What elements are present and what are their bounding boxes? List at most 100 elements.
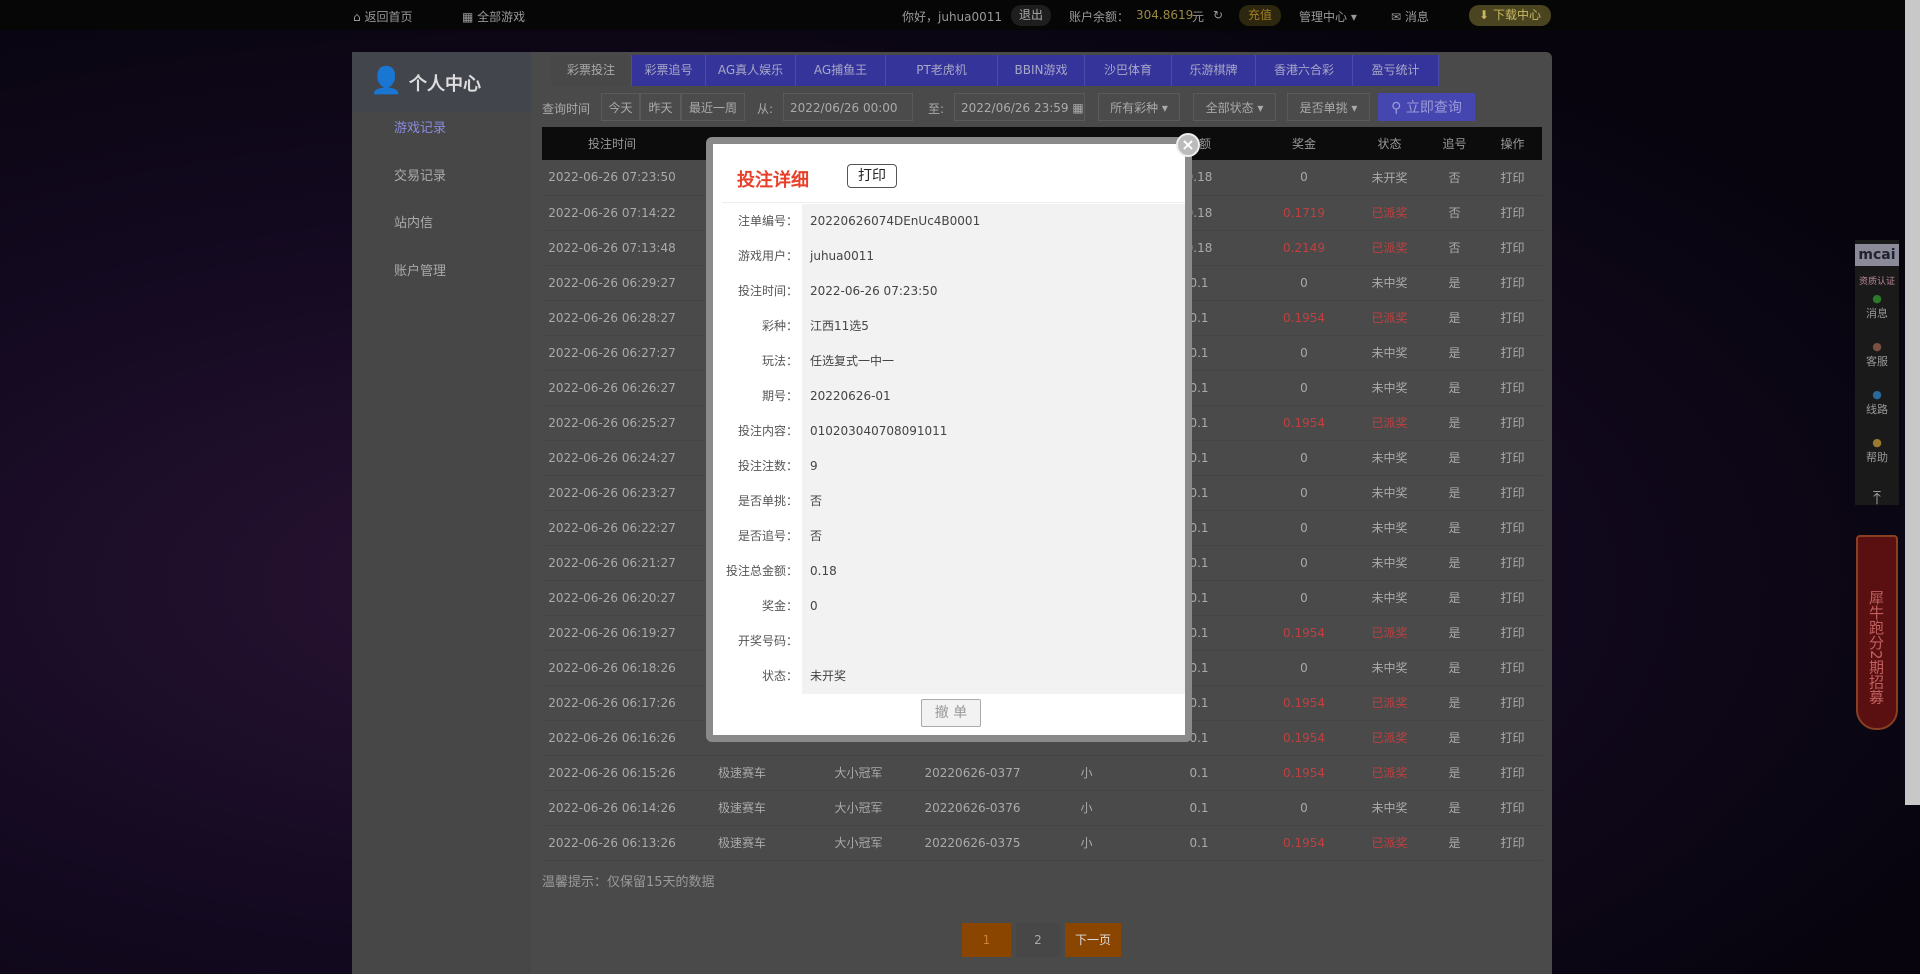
page-scrollbar[interactable] <box>1905 0 1920 805</box>
print-link[interactable]: 打印 <box>1483 195 1542 231</box>
print-link[interactable]: 打印 <box>1483 510 1542 546</box>
sidebar-item-account[interactable]: 账户管理 <box>394 260 446 279</box>
status-select[interactable]: 全部状态 ▾ <box>1193 93 1276 121</box>
service-float-label: 客服 <box>1866 355 1888 368</box>
page-1-button[interactable]: 1 <box>962 923 1011 957</box>
detail-value: 010203040708091011 <box>802 414 1185 449</box>
table-cell: 是 <box>1426 615 1483 651</box>
print-link[interactable]: 打印 <box>1483 300 1542 336</box>
print-button[interactable]: 打印 <box>847 164 897 188</box>
promo-banner[interactable]: 犀牛跑分2期招募 <box>1856 535 1898 730</box>
table-cell: 2022-06-26 07:14:22 <box>542 195 682 231</box>
close-modal-button[interactable]: × <box>1176 133 1200 157</box>
table-cell: 0 <box>1255 650 1353 686</box>
to-label: 至: <box>928 102 945 116</box>
tab-1[interactable]: 彩票投注 <box>551 55 632 86</box>
single-select-value: 是否单挑 <box>1299 101 1348 115</box>
tab-6[interactable]: BBIN游戏 <box>998 55 1085 86</box>
detail-row: 投注时间： 2022-06-26 07:23:50 <box>722 274 1185 309</box>
currency: 元 <box>1192 10 1205 24</box>
message-float-button[interactable]: ● 消息 <box>1855 292 1899 321</box>
search-button[interactable]: ⚲ 立即查询 <box>1378 93 1475 121</box>
route-float-button[interactable]: ● 线路 <box>1855 388 1899 417</box>
lottery-select[interactable]: 所有彩种 ▾ <box>1098 93 1180 121</box>
messages-link[interactable]: ✉ 消息 <box>1391 8 1429 25</box>
detail-value: 否 <box>802 519 1185 554</box>
table-cell: 2022-06-26 06:16:26 <box>542 720 682 756</box>
table-row[interactable]: 2022-06-26 06:13:26 极速赛车 大小冠军 20220626-0375… <box>542 825 1542 861</box>
table-cell: 是 <box>1426 300 1483 336</box>
table-cell: 0 <box>1255 545 1353 581</box>
print-link[interactable]: 打印 <box>1483 755 1542 791</box>
print-link[interactable]: 打印 <box>1483 580 1542 616</box>
table-cell: 0 <box>1255 475 1353 511</box>
manage-center-menu[interactable]: 管理中心 ▾ <box>1299 8 1357 25</box>
print-link[interactable]: 打印 <box>1483 825 1542 861</box>
service-float-button[interactable]: ● 客服 <box>1855 340 1899 369</box>
print-link[interactable]: 打印 <box>1483 230 1542 266</box>
last-week-button[interactable]: 最近一周 <box>681 93 745 121</box>
detail-label: 玩法： <box>722 344 802 379</box>
print-link[interactable]: 打印 <box>1483 685 1542 721</box>
yesterday-button[interactable]: 昨天 <box>640 93 681 121</box>
print-link[interactable]: 打印 <box>1483 265 1542 301</box>
table-cell: 已派奖 <box>1353 300 1426 336</box>
tab-5[interactable]: PT老虎机 <box>886 55 998 86</box>
detail-row: 彩种： 江西11选5 <box>722 309 1185 344</box>
recharge-button[interactable]: 充值 <box>1239 5 1281 26</box>
chevron-down-icon: ▾ <box>1350 10 1357 24</box>
next-page-button[interactable]: 下一页 <box>1065 923 1121 957</box>
table-cell: 2022-06-26 06:29:27 <box>542 265 682 301</box>
tab-2[interactable]: 彩票追号 <box>632 55 706 86</box>
print-link[interactable]: 打印 <box>1483 545 1542 581</box>
tab-4[interactable]: AG捕鱼王 <box>796 55 886 86</box>
print-link[interactable]: 打印 <box>1483 370 1542 406</box>
print-link[interactable]: 打印 <box>1483 475 1542 511</box>
table-cell: 是 <box>1426 335 1483 371</box>
table-cell: 是 <box>1426 475 1483 511</box>
table-cell: 2022-06-26 07:23:50 <box>542 160 682 196</box>
from-date-input[interactable]: 2022/06/26 00:00 ▦ <box>783 93 913 143</box>
table-cell: 已派奖 <box>1353 720 1426 756</box>
today-button[interactable]: 今天 <box>601 93 640 121</box>
table-cell: 已派奖 <box>1353 195 1426 231</box>
print-link[interactable]: 打印 <box>1483 405 1542 441</box>
print-link[interactable]: 打印 <box>1483 790 1542 826</box>
table-row[interactable]: 2022-06-26 06:14:26 极速赛车 大小冠军 20220626-0376… <box>542 790 1542 826</box>
page-2-button[interactable]: 2 <box>1016 923 1060 957</box>
download-center-button[interactable]: ⬇ 下载中心 <box>1469 5 1551 26</box>
tab-9[interactable]: 香港六合彩 <box>1256 55 1353 86</box>
sidebar-item-transactions[interactable]: 交易记录 <box>394 165 446 184</box>
column-header: 投注时间 <box>542 127 682 160</box>
print-link[interactable]: 打印 <box>1483 440 1542 476</box>
detail-label: 期号： <box>722 379 802 414</box>
column-header: 追号 <box>1426 127 1483 160</box>
logout-button[interactable]: 退出 <box>1011 5 1051 26</box>
tab-3[interactable]: AG真人娱乐 <box>706 55 796 86</box>
calendar-icon: ▦ <box>1072 101 1084 115</box>
help-float-button[interactable]: ● 帮助 <box>1855 436 1899 465</box>
print-link[interactable]: 打印 <box>1483 720 1542 756</box>
to-date-value: 2022/06/26 23:59 <box>961 101 1069 115</box>
table-cell: 未开奖 <box>1353 160 1426 196</box>
print-link[interactable]: 打印 <box>1483 160 1542 196</box>
cancel-bet-button[interactable]: 撤 单 <box>921 699 981 727</box>
top-bar: ⌂ 返回首页 ▦ 全部游戏 你好，juhua0011 退出 账户余额： 304.… <box>0 0 1920 30</box>
home-link[interactable]: ⌂ 返回首页 <box>353 8 412 25</box>
refresh-icon[interactable]: ↻ <box>1213 8 1223 22</box>
table-cell: 20220626-0376 <box>915 790 1030 826</box>
tab-8[interactable]: 乐游棋牌 <box>1172 55 1256 86</box>
to-date-input[interactable]: 2022/06/26 23:59 ▦ <box>954 93 1085 121</box>
back-to-top-icon[interactable]: ⤒ <box>1855 488 1899 509</box>
print-link[interactable]: 打印 <box>1483 650 1542 686</box>
tab-7[interactable]: 沙巴体育 <box>1085 55 1172 86</box>
sidebar-item-inbox[interactable]: 站内信 <box>394 212 433 231</box>
table-cell: 0.1954 <box>1255 300 1353 336</box>
sidebar-item-game-records[interactable]: 游戏记录 <box>394 117 446 136</box>
tab-10[interactable]: 盈亏统计 <box>1353 55 1439 86</box>
table-row[interactable]: 2022-06-26 06:15:26 极速赛车 大小冠军 20220626-0377… <box>542 755 1542 791</box>
print-link[interactable]: 打印 <box>1483 615 1542 651</box>
all-games-link[interactable]: ▦ 全部游戏 <box>462 8 525 25</box>
print-link[interactable]: 打印 <box>1483 335 1542 371</box>
single-select[interactable]: 是否单挑 ▾ <box>1287 93 1370 121</box>
